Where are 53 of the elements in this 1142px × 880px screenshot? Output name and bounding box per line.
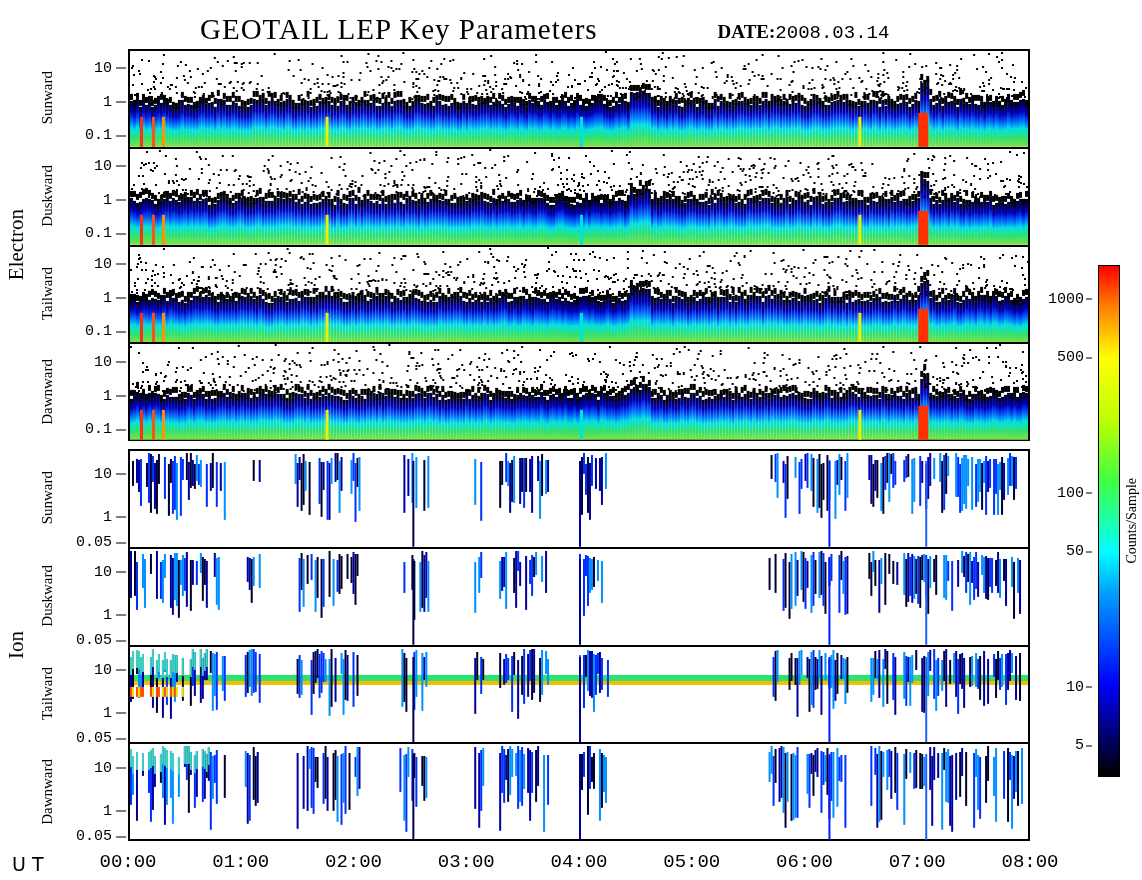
axis-tick-label: 10	[94, 255, 126, 273]
axis-tick-label: 0.05	[76, 729, 126, 747]
axis-tick-label: 10	[94, 157, 126, 175]
axis-tick-label: 10	[94, 353, 126, 371]
colorbar-tick-label: 100	[1057, 484, 1092, 502]
colorbar-tick-label: 500	[1057, 348, 1092, 366]
colorbar-label: Counts/Sample	[1124, 478, 1140, 564]
panel-label: Dawnward	[38, 359, 56, 425]
colorbar-tick-label: 1000	[1048, 290, 1092, 308]
axis-tick-label: 06:00	[776, 851, 833, 873]
axis-tick-label: 10	[94, 59, 126, 77]
date-label: DATE:	[717, 21, 776, 43]
panel-label: Tailward	[38, 667, 56, 721]
axis-tick-label: 1	[103, 508, 126, 526]
axis-tick-label: 1	[103, 289, 126, 307]
axis-tick-label: 1	[103, 802, 126, 820]
axis-tick-label: 0.1	[85, 322, 126, 340]
axis-tick-label: 10	[94, 563, 126, 580]
axis-tick-label: 0.05	[76, 827, 126, 845]
panel-label: Dawnward	[38, 759, 56, 825]
axis-tick-label: 10	[94, 465, 126, 482]
axis-tick-label: 1	[103, 93, 126, 111]
panel-label: Tailward	[38, 267, 56, 321]
axis-tick-label: 10	[94, 661, 126, 678]
panel-label: Duskward	[38, 565, 56, 627]
axis-tick-label: 1	[103, 387, 126, 405]
date-value: 2008.03.14	[775, 22, 890, 44]
axis-tick-label: 07:00	[888, 851, 946, 873]
axis-tick-label: 1	[103, 606, 126, 624]
axis-tick-label: 0.1	[85, 420, 126, 438]
axis-tick-label: 04:00	[550, 851, 608, 873]
panel-label: Sunward	[38, 471, 56, 525]
group-label: Ion	[3, 631, 29, 659]
colorbar-tick-label: 50	[1066, 542, 1092, 560]
axis-tick-label: 02:00	[325, 851, 382, 873]
axis-tick-label: 1	[103, 704, 126, 722]
group-label: Electron	[3, 209, 29, 281]
axis-tick-label: 0.1	[85, 126, 126, 144]
plot-title: GEOTAIL LEP Key Parameters	[200, 13, 598, 46]
axis-tick-label: 03:00	[437, 851, 495, 873]
axis-tick-label: 0.05	[76, 533, 126, 551]
colorbar-tick-label: 10	[1066, 678, 1092, 696]
axis-tick-label: 00:00	[99, 851, 157, 873]
panel-label: Sunward	[38, 71, 56, 125]
axis-tick-label: 01:00	[212, 851, 270, 873]
axis-tick-label: 08:00	[1001, 851, 1059, 873]
axis-tick-label: 10	[94, 759, 126, 776]
colorbar-tick-label: 5	[1075, 736, 1092, 754]
axis-tick-label: 05:00	[663, 851, 721, 873]
axis-tick-label: 0.05	[76, 631, 126, 649]
axis-tick-label: 0.1	[85, 224, 126, 242]
axis-tick-label: 1	[103, 191, 126, 209]
panel-label: Duskward	[38, 165, 56, 227]
